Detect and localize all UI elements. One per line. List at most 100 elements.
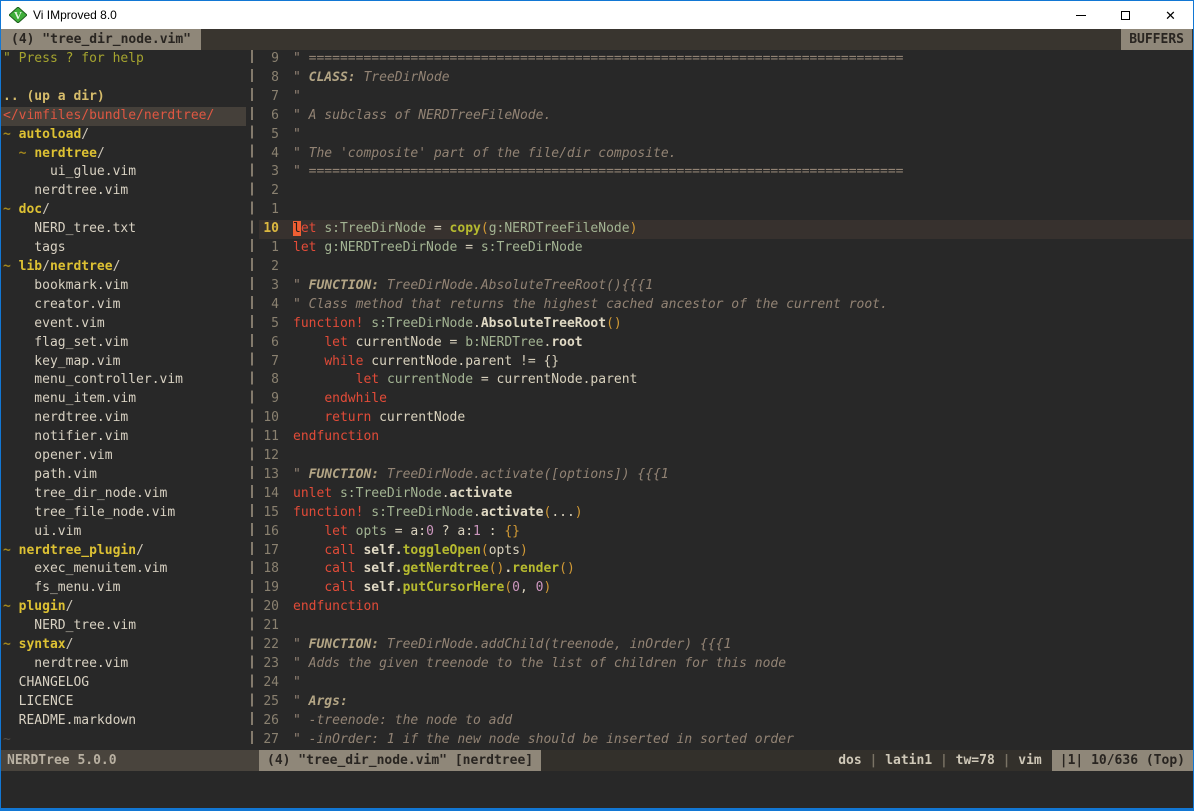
tree-item[interactable]: LICENCE (1, 693, 246, 712)
tree-item[interactable]: nerdtree.vim (1, 655, 246, 674)
vim-window: V Vi IMproved 8.0 ✕ (4) "tree_dir_node.v… (0, 0, 1194, 811)
code-line[interactable]: 11endfunction (259, 428, 1193, 447)
tabline: (4) "tree_dir_node.vim" BUFFERS (1, 29, 1193, 50)
code-line[interactable]: 8" CLASS: TreeDirNode (259, 69, 1193, 88)
code-line[interactable]: 4" The 'composite' part of the file/dir … (259, 145, 1193, 164)
code-line[interactable]: 23" Adds the given treenode to the list … (259, 655, 1193, 674)
line-number: 7 (259, 353, 279, 372)
code-line[interactable]: 7" (259, 88, 1193, 107)
line-number: 3 (259, 163, 279, 182)
code-line[interactable]: 24" (259, 674, 1193, 693)
code-editor: 9" =====================================… (259, 50, 1193, 750)
tree-item[interactable]: README.markdown (1, 712, 246, 731)
tree-item[interactable]: ~ nerdtree_plugin/ (1, 542, 246, 561)
line-number: 16 (259, 523, 279, 542)
tree-item[interactable]: tree_file_node.vim (1, 504, 246, 523)
tree-item[interactable]: fs_menu.vim (1, 579, 246, 598)
code-line[interactable]: 20endfunction (259, 598, 1193, 617)
tree-item[interactable] (1, 69, 246, 88)
line-number: 14 (259, 485, 279, 504)
code-line[interactable]: 27" -inOrder: 1 if the new node should b… (259, 731, 1193, 750)
tree-item[interactable]: ui.vim (1, 523, 246, 542)
tree-item[interactable]: CHANGELOG (1, 674, 246, 693)
code-line[interactable]: 4" Class method that returns the highest… (259, 296, 1193, 315)
tree-item[interactable]: creator.vim (1, 296, 246, 315)
code-line[interactable]: 13" FUNCTION: TreeDirNode.activate([opti… (259, 466, 1193, 485)
tree-item[interactable]: ~ lib/nerdtree/ (1, 258, 246, 277)
tree-item[interactable]: ~ (1, 731, 246, 750)
code-line-current[interactable]: 10let s:TreeDirNode = copy(g:NERDTreeFil… (259, 220, 1193, 239)
code-line[interactable]: 10 return currentNode (259, 409, 1193, 428)
line-number: 12 (259, 447, 279, 466)
line-number: 22 (259, 636, 279, 655)
code-line[interactable]: 8 let currentNode = currentNode.parent (259, 371, 1193, 390)
tree-item[interactable]: " Press ? for help (1, 50, 246, 69)
code-line[interactable]: 22" FUNCTION: TreeDirNode.addChild(treen… (259, 636, 1193, 655)
code-line[interactable]: 9 endwhile (259, 390, 1193, 409)
minimize-button[interactable] (1058, 1, 1103, 29)
tree-root-item[interactable]: </vimfiles/bundle/nerdtree/ (1, 107, 246, 126)
tab-tree-dir-node[interactable]: (4) "tree_dir_node.vim" (1, 29, 201, 50)
code-line[interactable]: 9" =====================================… (259, 50, 1193, 69)
tree-item[interactable]: NERD_tree.vim (1, 617, 246, 636)
window-separator[interactable] (246, 50, 259, 750)
tree-item[interactable]: flag_set.vim (1, 334, 246, 353)
code-line[interactable]: 3" FUNCTION: TreeDirNode.AbsoluteTreeRoo… (259, 277, 1193, 296)
code-line[interactable]: 25" Args: (259, 693, 1193, 712)
line-number: 10 (259, 409, 279, 428)
close-icon: ✕ (1165, 9, 1176, 22)
window-title: Vi IMproved 8.0 (33, 8, 1058, 22)
maximize-button[interactable] (1103, 1, 1148, 29)
code-line[interactable]: 21 (259, 617, 1193, 636)
tabline-fill (201, 29, 1121, 50)
close-button[interactable]: ✕ (1148, 1, 1193, 29)
code-line[interactable]: 26" -treenode: the node to add (259, 712, 1193, 731)
tree-item[interactable]: tree_dir_node.vim (1, 485, 246, 504)
code-line[interactable]: 6 let currentNode = b:NERDTree.root (259, 334, 1193, 353)
tree-item[interactable]: ~ doc/ (1, 201, 246, 220)
code-line[interactable]: 3" =====================================… (259, 163, 1193, 182)
line-number: 5 (259, 126, 279, 145)
tree-item[interactable]: bookmark.vim (1, 277, 246, 296)
tree-item[interactable]: ~ plugin/ (1, 598, 246, 617)
code-line[interactable]: 18 call self.getNerdtree().render() (259, 560, 1193, 579)
tree-item[interactable]: ui_glue.vim (1, 163, 246, 182)
tree-item[interactable]: nerdtree.vim (1, 182, 246, 201)
tree-item[interactable]: menu_controller.vim (1, 371, 246, 390)
code-line[interactable]: 1 (259, 201, 1193, 220)
tree-item[interactable]: exec_menuitem.vim (1, 560, 246, 579)
code-line[interactable]: 1let g:NERDTreeDirNode = s:TreeDirNode (259, 239, 1193, 258)
tree-item[interactable]: nerdtree.vim (1, 409, 246, 428)
tree-item[interactable]: ~ autoload/ (1, 126, 246, 145)
tree-item[interactable]: opener.vim (1, 447, 246, 466)
tree-item[interactable]: event.vim (1, 315, 246, 334)
code-line[interactable]: 2 (259, 182, 1193, 201)
position-status: |1| 10/636 (Top) (1052, 750, 1193, 771)
line-number: 1 (259, 239, 279, 258)
code-line[interactable]: 14unlet s:TreeDirNode.activate (259, 485, 1193, 504)
code-line[interactable]: 7 while currentNode.parent != {} (259, 353, 1193, 372)
tree-item[interactable]: menu_item.vim (1, 390, 246, 409)
tree-item[interactable]: NERD_tree.txt (1, 220, 246, 239)
code-line[interactable]: 17 call self.toggleOpen(opts) (259, 542, 1193, 561)
command-line[interactable] (1, 771, 1193, 808)
tree-item[interactable]: path.vim (1, 466, 246, 485)
tree-item[interactable]: ~ syntax/ (1, 636, 246, 655)
code-line[interactable]: 2 (259, 258, 1193, 277)
tree-item[interactable]: ~ nerdtree/ (1, 145, 246, 164)
tree-item[interactable]: tags (1, 239, 246, 258)
code-line[interactable]: 19 call self.putCursorHere(0, 0) (259, 579, 1193, 598)
buffers-label: BUFFERS (1121, 29, 1192, 50)
code-line[interactable]: 6" A subclass of NERDTreeFileNode. (259, 107, 1193, 126)
line-number: 7 (259, 88, 279, 107)
tree-item[interactable]: .. (up a dir) (1, 88, 246, 107)
code-line[interactable]: 12 (259, 447, 1193, 466)
code-line[interactable]: 5" (259, 126, 1193, 145)
tree-item[interactable]: notifier.vim (1, 428, 246, 447)
code-line[interactable]: 16 let opts = a:0 ? a:1 : {} (259, 523, 1193, 542)
code-line[interactable]: 5function! s:TreeDirNode.AbsoluteTreeRoo… (259, 315, 1193, 334)
line-number: 20 (259, 598, 279, 617)
tree-item[interactable]: key_map.vim (1, 353, 246, 372)
nerdtree-status: NERDTree 5.0.0 (1, 750, 259, 771)
code-line[interactable]: 15function! s:TreeDirNode.activate(...) (259, 504, 1193, 523)
